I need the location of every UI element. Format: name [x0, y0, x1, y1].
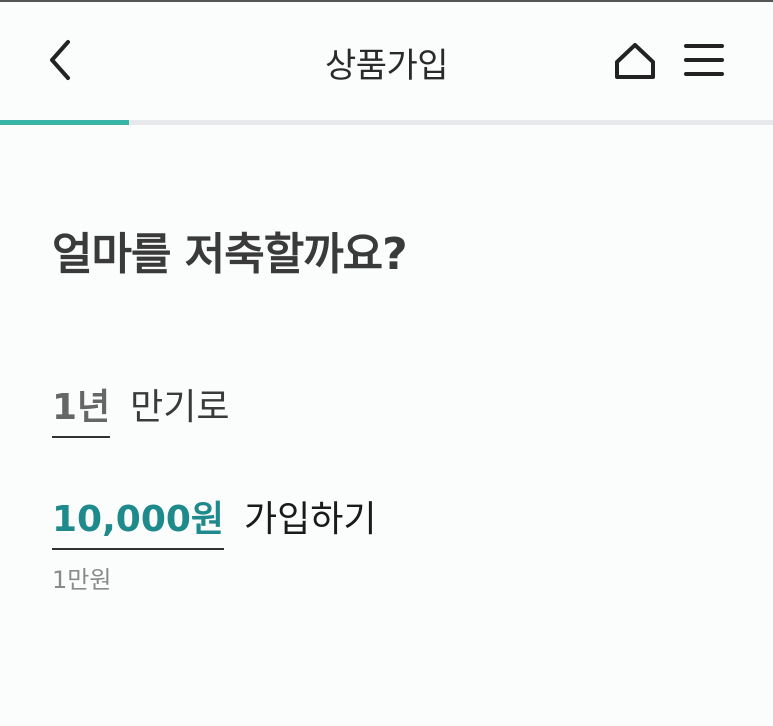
amount-hint: 1만원 — [52, 566, 112, 594]
period-suffix: 만기로 — [130, 387, 230, 428]
period-selector[interactable]: 1년 — [52, 378, 111, 438]
amount-suffix: 가입하기 — [244, 499, 377, 540]
amount-input[interactable]: 10,000원 — [52, 490, 225, 550]
period-row: 1년 만기로 — [52, 378, 230, 438]
home-button[interactable] — [612, 38, 658, 84]
app-header: 상품가입 — [0, 2, 773, 120]
hamburger-menu-icon — [684, 44, 724, 76]
question-heading: 얼마를 저축할까요? — [52, 229, 408, 280]
amount-row: 10,000원 가입하기 — [52, 490, 377, 550]
home-icon — [615, 43, 655, 79]
menu-button[interactable] — [682, 38, 726, 84]
progress-bar — [0, 120, 773, 125]
progress-bar-fill — [0, 120, 130, 125]
